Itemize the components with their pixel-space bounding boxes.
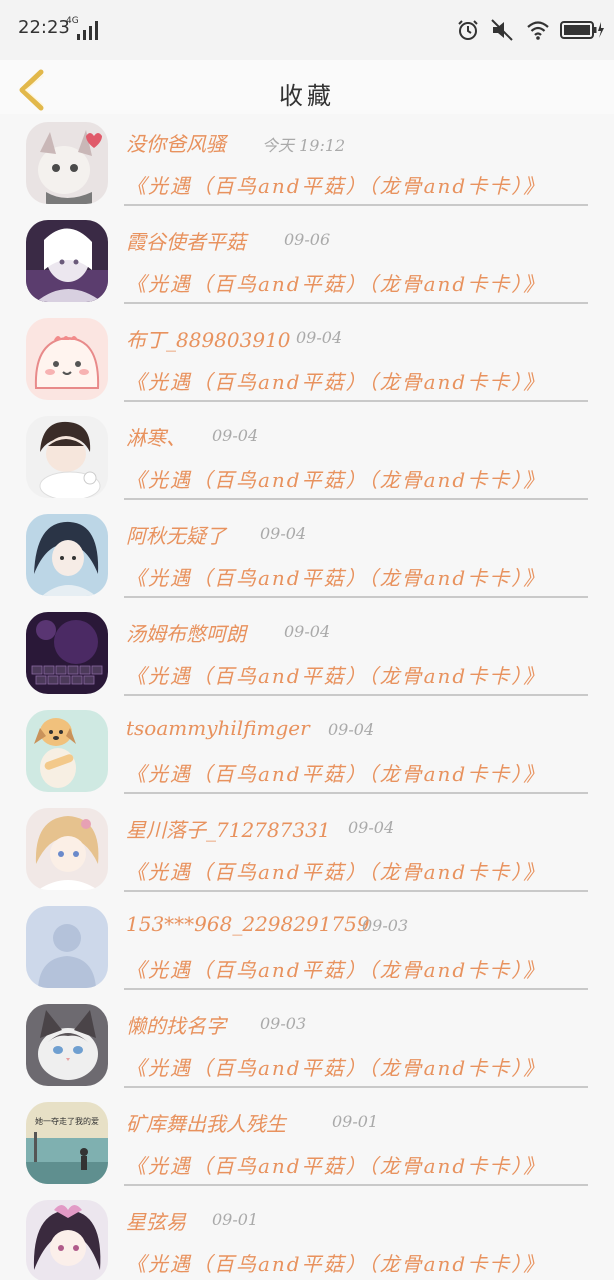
book-title[interactable]: 《光遇（百鸟and平菇）（龙骨and卡卡）》 <box>126 366 545 395</box>
avatar[interactable]: 她一夺走了我的爱 <box>26 1102 108 1184</box>
status-time: 22:23 <box>18 17 70 38</box>
status-bar: 22:23 4G <box>0 0 614 60</box>
divider <box>124 1086 588 1088</box>
item-date: 09-04 <box>348 818 395 837</box>
user-name: 153***968_2298291759 <box>126 912 370 936</box>
battery-icon <box>560 21 604 39</box>
book-title[interactable]: 《光遇（百鸟and平菇）（龙骨and卡卡）》 <box>126 562 545 591</box>
user-name: 布丁_889803910 <box>126 328 291 352</box>
avatar[interactable] <box>26 612 108 694</box>
user-name: 阿秋无疑了 <box>126 524 226 548</box>
book-title[interactable]: 《光遇（百鸟and平菇）（龙骨and卡卡）》 <box>126 758 545 787</box>
item-date: 09-03 <box>362 916 409 935</box>
user-name: 霞谷使者平菇 <box>126 230 246 254</box>
user-name: 星川落子_712787331 <box>126 818 331 842</box>
item-date: 09-04 <box>284 622 331 641</box>
book-title[interactable]: 《光遇（百鸟and平菇）（龙骨and卡卡）》 <box>126 954 545 983</box>
divider <box>124 204 588 206</box>
list-item[interactable]: 阿秋无疑了 09-04 《光遇（百鸟and平菇）（龙骨and卡卡）》 <box>0 506 614 604</box>
list-item[interactable]: 星弦易 09-01 《光遇（百鸟and平菇）（龙骨and卡卡）》 <box>0 1192 614 1280</box>
divider <box>124 400 588 402</box>
avatar[interactable] <box>26 122 108 204</box>
avatar[interactable] <box>26 808 108 890</box>
avatar[interactable] <box>26 710 108 792</box>
app-header: 收藏 <box>0 60 614 114</box>
avatar[interactable] <box>26 318 108 400</box>
wifi-icon <box>527 21 549 40</box>
avatar[interactable] <box>26 1200 108 1280</box>
list-item[interactable]: 星川落子_712787331 09-04 《光遇（百鸟and平菇）（龙骨and卡… <box>0 800 614 898</box>
list-item[interactable]: 淋寒、 09-04 《光遇（百鸟and平菇）（龙骨and卡卡）》 <box>0 408 614 506</box>
list-item[interactable]: tsoammyhilfimger 09-04 《光遇（百鸟and平菇）（龙骨an… <box>0 702 614 800</box>
user-name: 淋寒、 <box>126 426 186 450</box>
list-item[interactable]: 懒的找名字 09-03 《光遇（百鸟and平菇）（龙骨and卡卡）》 <box>0 996 614 1094</box>
user-name: 汤姆布憋呵朗 <box>126 622 246 646</box>
user-name: tsoammyhilfimger <box>126 716 310 740</box>
avatar[interactable] <box>26 220 108 302</box>
item-date: 09-03 <box>260 1014 307 1033</box>
item-date: 09-04 <box>260 524 307 543</box>
mute-icon <box>491 19 513 41</box>
book-title[interactable]: 《光遇（百鸟and平菇）（龙骨and卡卡）》 <box>126 1052 545 1081</box>
divider <box>124 792 588 794</box>
divider <box>124 302 588 304</box>
list-item[interactable]: 153***968_2298291759 09-03 《光遇（百鸟and平菇）（… <box>0 898 614 996</box>
list-item[interactable]: 霞谷使者平菇 09-06 《光遇（百鸟and平菇）（龙骨and卡卡）》 <box>0 212 614 310</box>
list-item[interactable]: 布丁_889803910 09-04 《光遇（百鸟and平菇）（龙骨and卡卡）… <box>0 310 614 408</box>
alarm-icon <box>458 20 478 40</box>
favorites-list: 没你爸风骚 今天 19:12 《光遇（百鸟and平菇）（龙骨and卡卡）》 霞谷… <box>0 114 614 1280</box>
signal-icon <box>77 21 98 40</box>
book-title[interactable]: 《光遇（百鸟and平菇）（龙骨and卡卡）》 <box>126 464 545 493</box>
divider <box>124 596 588 598</box>
avatar[interactable] <box>26 514 108 596</box>
list-item[interactable]: 她一夺走了我的爱 矿库舞出我人残生 09-01 《光遇（百鸟and平菇）（龙骨a… <box>0 1094 614 1192</box>
list-item[interactable]: 汤姆布憋呵朗 09-04 《光遇（百鸟and平菇）（龙骨and卡卡）》 <box>0 604 614 702</box>
divider <box>124 498 588 500</box>
item-date: 09-01 <box>212 1210 259 1229</box>
avatar[interactable] <box>26 906 108 988</box>
user-name: 矿库舞出我人残生 <box>126 1112 286 1136</box>
divider <box>124 988 588 990</box>
divider <box>124 694 588 696</box>
divider <box>124 890 588 892</box>
user-name: 懒的找名字 <box>126 1014 226 1038</box>
book-title[interactable]: 《光遇（百鸟and平菇）（龙骨and卡卡）》 <box>126 660 545 689</box>
user-name: 星弦易 <box>126 1210 186 1234</box>
user-name: 没你爸风骚 <box>126 132 226 156</box>
item-date: 今天 19:12 <box>262 136 346 155</box>
book-title[interactable]: 《光遇（百鸟and平菇）（龙骨and卡卡）》 <box>126 856 545 885</box>
divider <box>124 1184 588 1186</box>
book-title[interactable]: 《光遇（百鸟and平菇）（龙骨and卡卡）》 <box>126 170 545 199</box>
book-title[interactable]: 《光遇（百鸟and平菇）（龙骨and卡卡）》 <box>126 1248 545 1277</box>
book-title[interactable]: 《光遇（百鸟and平菇）（龙骨and卡卡）》 <box>126 268 545 297</box>
list-item[interactable]: 没你爸风骚 今天 19:12 《光遇（百鸟and平菇）（龙骨and卡卡）》 <box>0 114 614 212</box>
item-date: 09-04 <box>328 720 375 739</box>
item-date: 09-04 <box>212 426 259 445</box>
item-date: 09-01 <box>332 1112 379 1131</box>
avatar[interactable] <box>26 416 108 498</box>
avatar[interactable] <box>26 1004 108 1086</box>
book-title[interactable]: 《光遇（百鸟and平菇）（龙骨and卡卡）》 <box>126 1150 545 1179</box>
page-title: 收藏 <box>279 82 335 110</box>
item-date: 09-04 <box>296 328 343 347</box>
avatar-caption: 她一夺走了我的爱 <box>35 1116 99 1126</box>
item-date: 09-06 <box>284 230 331 249</box>
